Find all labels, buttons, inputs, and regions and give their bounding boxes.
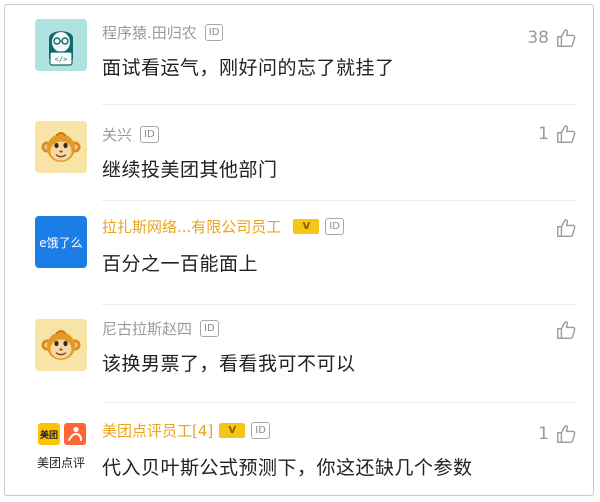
username[interactable]: 程序猿.田归农 [102,22,197,43]
username[interactable]: 美团点评员工[4] [102,420,213,441]
programmer-avatar-icon[interactable]: </> [35,19,87,71]
like-button[interactable]: 1 [538,123,577,145]
id-badge: ID [200,319,219,337]
comment-text: 该换男票了，看看我可不可以 [102,353,356,375]
username[interactable]: 拉扎斯网络...有限公司员工 [102,216,281,237]
monkey-avatar-icon[interactable] [35,319,87,371]
comment-header: 尼古拉斯赵四 ID [102,317,219,339]
username[interactable]: 关兴 [102,124,132,145]
thumbs-up-icon [555,27,577,49]
username[interactable]: 尼古拉斯赵四 [102,318,192,339]
comment-text: 面试看运气，刚好问的忘了就挂了 [102,57,395,79]
comment-text: 代入贝叶斯公式预测下，你这还缺几个参数 [102,457,473,479]
thumbs-up-icon [555,123,577,145]
monkey-avatar-icon[interactable] [35,121,87,173]
comment-item: 尼古拉斯赵四 ID 该换男票了，看看我可不可以 [5,305,595,403]
like-button[interactable]: 1 [538,423,577,445]
like-button[interactable]: 38 [527,27,577,49]
meituan-logo-text: 美团 [39,430,58,441]
meituan-dianping-avatar-icon[interactable]: 美团 美团点评 [31,421,91,477]
verified-badge-icon: V [293,218,320,234]
avatar-text: e饿了么 [39,235,83,250]
like-button[interactable] [549,217,577,239]
comment-header: 美团点评员工[4] V ID [102,419,270,441]
svg-text:</>: </> [55,56,68,64]
id-badge: ID [204,23,224,41]
like-count: 1 [538,424,549,444]
thumbs-up-icon [555,423,577,445]
comment-list: </> 程序猿.田归农 ID 面试看运气，刚好问的忘了就挂了 38 关兴 ID … [4,4,594,496]
comment-item: 关兴 ID 继续投美团其他部门 1 [5,105,595,201]
id-badge: ID [325,217,344,235]
like-button[interactable] [549,319,577,341]
comment-text: 百分之一百能面上 [102,253,259,275]
id-badge: ID [251,421,270,439]
like-count: 1 [538,124,549,144]
id-badge: ID [140,125,159,143]
avatar-caption: 美团点评 [36,456,85,470]
comment-header: 关兴 ID [102,123,159,145]
comment-item: </> 程序猿.田归农 ID 面试看运气，刚好问的忘了就挂了 38 [5,5,595,105]
thumbs-up-icon [555,319,577,341]
verified-badge-icon: V [219,422,246,438]
comment-header: 拉扎斯网络...有限公司员工 V ID [102,215,344,237]
comment-item: e饿了么 拉扎斯网络...有限公司员工 V ID 百分之一百能面上 [5,201,595,305]
eleme-avatar-icon[interactable]: e饿了么 [35,216,87,268]
thumbs-up-icon [555,217,577,239]
comment-text: 继续投美团其他部门 [102,159,278,181]
comment-item: 美团 美团点评 美团点评员工[4] V ID 代入贝叶斯公式预测下，你这还缺几个… [5,403,595,495]
comment-header: 程序猿.田归农 ID [102,21,224,43]
dianping-logo-icon [68,426,82,441]
like-count: 38 [527,28,549,48]
